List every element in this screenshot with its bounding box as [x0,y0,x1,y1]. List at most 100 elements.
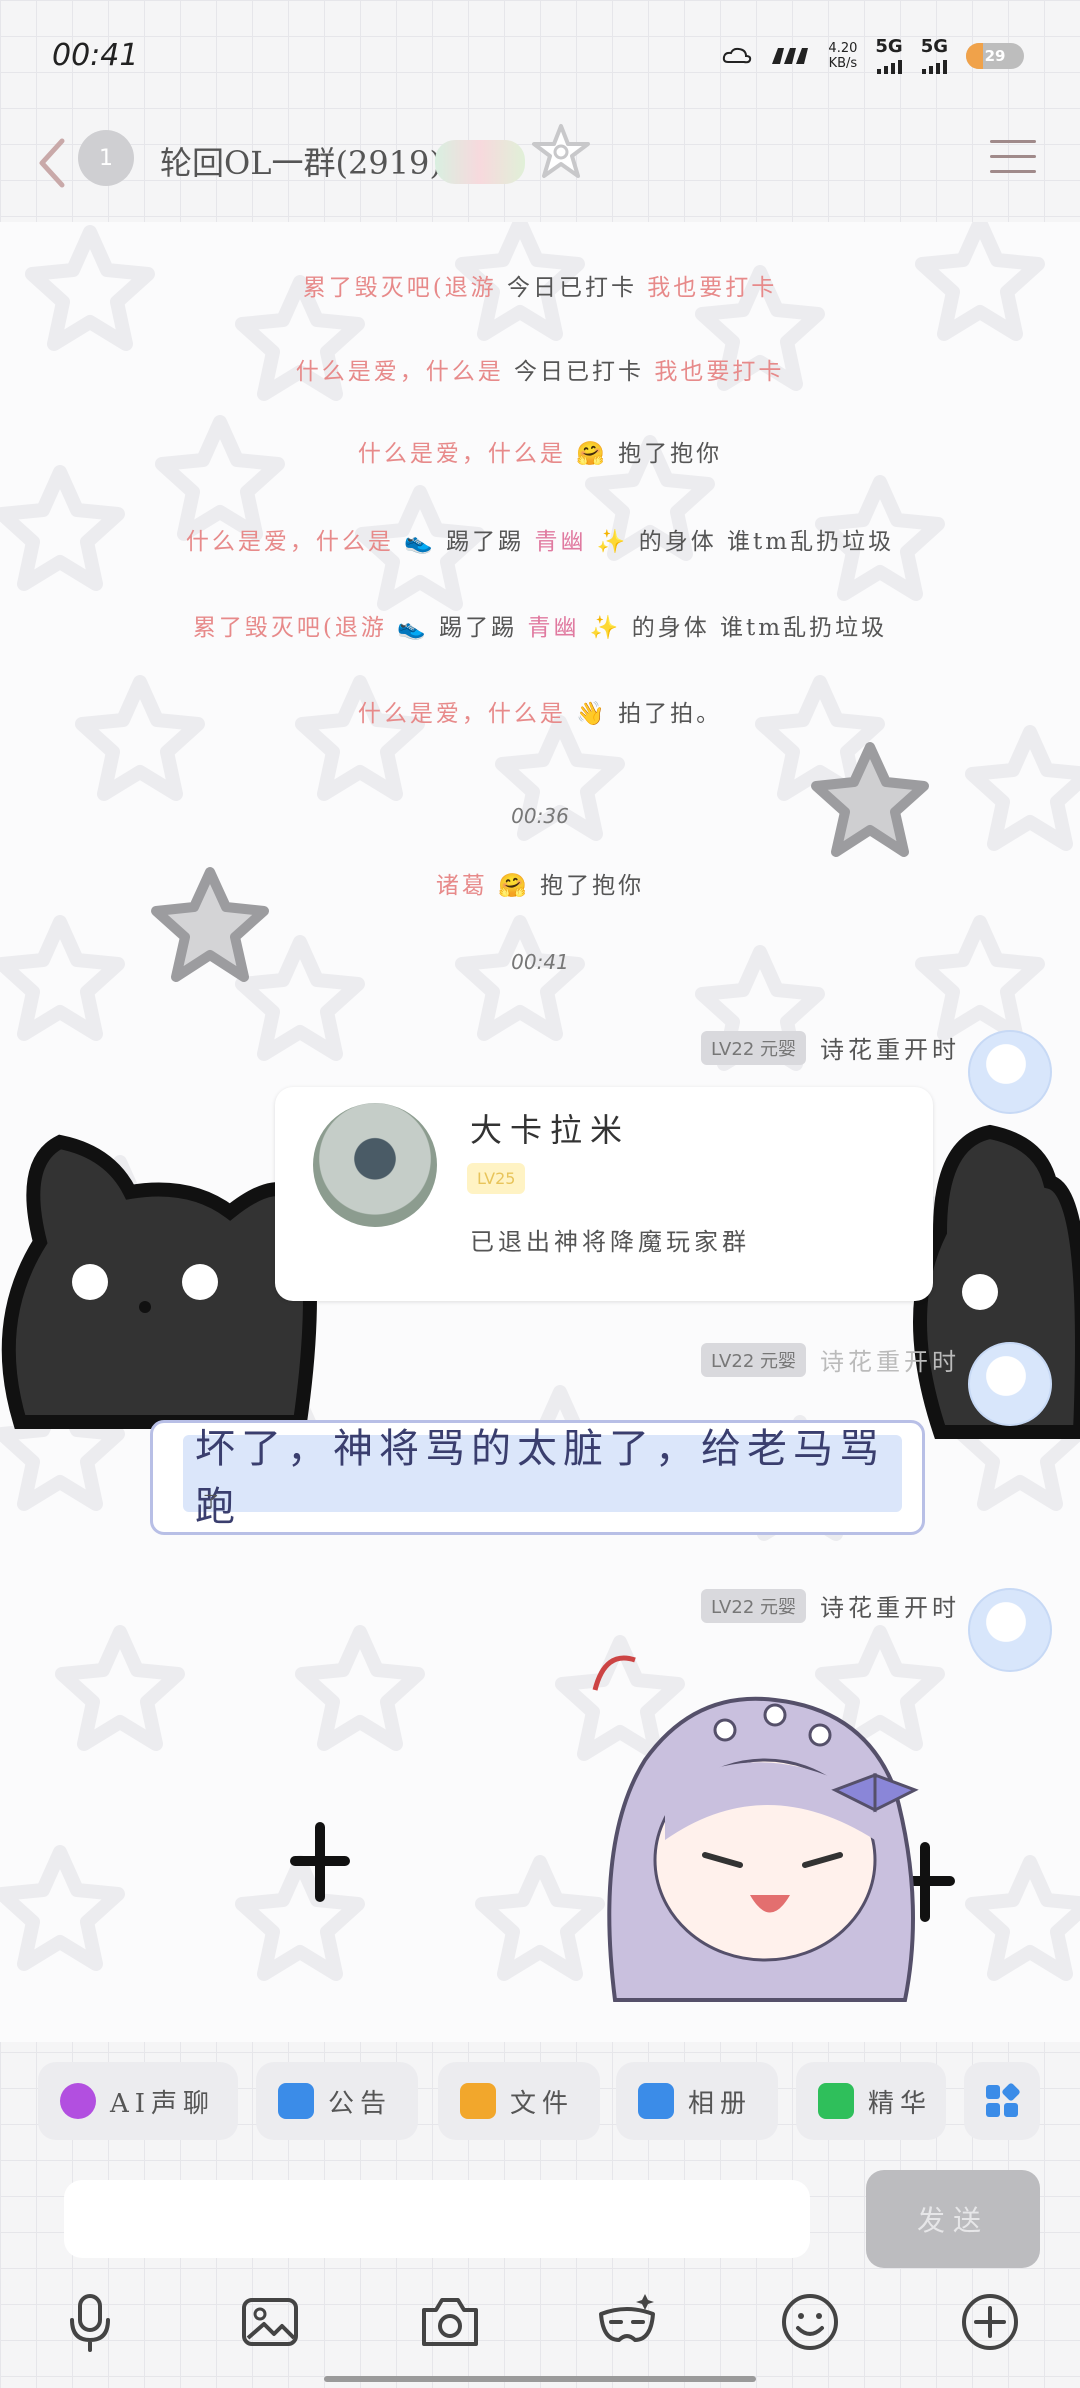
message-input[interactable] [64,2180,810,2258]
camera-icon[interactable] [418,2290,482,2354]
sender-name[interactable]: 诗花重开时 [820,1588,960,1623]
timestamp: 00:41 [511,950,569,974]
toolbar-announcement[interactable]: 公告 [256,2062,418,2140]
menu-icon[interactable] [990,140,1036,180]
system-message: 什么是爱，什么是 🤗 抱了抱你 [0,434,1080,468]
ai-mask-icon[interactable] [595,2290,659,2354]
toolbar-highlight[interactable]: 精华 [796,2062,946,2140]
status-time: 00:41 [52,38,139,73]
grey-star-sticker-icon [811,742,929,857]
avatar[interactable] [968,1342,1052,1426]
avatar[interactable] [968,1030,1052,1114]
album-icon [638,2083,674,2119]
message-sender: LV22 元婴 诗花重开时 [701,1342,960,1377]
toolbar-files[interactable]: 文件 [438,2062,600,2140]
battery-icon: 29 [966,43,1024,69]
toolbar-label: 精华 [868,2088,933,2119]
back-arrow-icon[interactable] [32,135,72,191]
sparkle-icon: ✨ [589,615,622,641]
system-message-name[interactable]: 什么是爱，什么是 [358,441,566,467]
plus-icon [290,1822,350,1902]
battery-percent: 29 [984,47,1006,65]
system-message: 累了毁灭吧(退游 今日已打卡 我也要打卡 [0,268,1080,302]
cloud-icon [723,47,752,64]
level-badge: LV22 元婴 [701,1588,806,1623]
message-sender: LV22 元婴 诗花重开时 [701,1588,960,1623]
system-message-action: 今日已打卡 [514,359,644,385]
system-message: 什么是爱，什么是 今日已打卡 我也要打卡 [0,352,1080,386]
message-text: 坏了，神将骂的太脏了，给老马骂跑 [195,1425,885,1530]
message-bubble-inner: 坏了，神将骂的太脏了，给老马骂跑 [183,1426,902,1530]
input-area: 发送 [0,2170,1080,2280]
wave-hand-icon: 👋 [576,701,608,727]
system-message-name[interactable]: 什么是爱，什么是 [186,529,394,555]
toolbar-more[interactable] [964,2062,1040,2140]
home-indicator[interactable] [324,2376,756,2382]
contact-card[interactable]: 大卡拉米 LV25 已退出神将降魔玩家群 [275,1087,933,1301]
add-circle-icon[interactable] [958,2290,1022,2354]
card-avatar [313,1103,437,1227]
quick-toolbar: AI声聊 公告 文件 相册 精华 [0,2042,1080,2152]
system-message-name[interactable]: 累了毁灭吧(退游 [303,275,497,301]
sparkle-icon: ✨ [596,529,629,555]
signal-1-label: 5G [875,36,903,57]
level-badge: LV22 元婴 [701,1030,806,1065]
signal-bars-icon [921,60,947,74]
system-message-tail: 的身体 谁tm乱扔垃圾 [631,615,888,641]
net-speed-unit: KB/s [828,56,858,71]
unread-badge[interactable]: 1 [78,130,134,186]
message-bubble[interactable]: 坏了，神将骂的太脏了，给老马骂跑 了 [150,1420,925,1535]
highlight-icon [818,2083,854,2119]
card-level-badge: LV25 [467,1163,526,1194]
sender-name[interactable]: 诗花重开时 [820,1342,960,1377]
hd-icon [772,48,809,64]
image-icon[interactable] [238,2290,302,2354]
emoji-icon[interactable] [778,2290,842,2354]
apps-grid-icon [986,2083,1020,2117]
signal-2: 5G [921,38,948,74]
hug-emoji-icon: 🤗 [498,873,530,899]
toolbar-album[interactable]: 相册 [616,2062,778,2140]
message-text-tail: 了 [203,1492,220,1511]
system-message-action: 拍了拍。 [618,701,723,727]
sender-name[interactable]: 诗花重开时 [820,1030,960,1065]
toolbar-label: 相册 [688,2088,753,2119]
kick-emoji-icon: 👟 [397,615,429,641]
title-decoration-icon [435,140,525,184]
system-message-tail: 的身体 谁tm乱扔垃圾 [638,529,895,555]
timestamp: 00:36 [511,804,569,828]
net-speed: 4.20 KB/s [828,41,857,71]
toolbar-ai-voice[interactable]: AI声聊 [38,2062,238,2140]
group-title[interactable]: 轮回OL一群(2919) [160,138,442,184]
system-message-action: 踢了踢 [439,615,518,641]
anime-girl-sticker-icon[interactable] [575,1640,935,2010]
card-name: 大卡拉米 [470,1111,631,1149]
system-message: 什么是爱，什么是 👟 踢了踢 青幽 ✨ 的身体 谁tm乱扔垃圾 [0,522,1080,556]
system-message-action: 踢了踢 [446,529,525,555]
folder-icon [460,2083,496,2119]
system-message-name[interactable]: 累了毁灭吧(退游 [193,615,387,641]
system-message-name[interactable]: 诸葛 [436,873,488,899]
toolbar-label: AI声聊 [110,2088,216,2119]
system-message-target[interactable]: 青幽 [527,615,579,641]
system-message-target[interactable]: 青幽 [534,529,586,555]
system-message-name[interactable]: 什么是爱，什么是 [358,701,566,727]
ai-voice-icon [60,2083,96,2119]
system-message-action: 抱了抱你 [618,441,723,467]
hug-emoji-icon: 🤗 [576,441,608,467]
send-button[interactable]: 发送 [866,2170,1040,2268]
card-description: 已退出神将降魔玩家群 [470,1228,750,1256]
message-sender: LV22 元婴 诗花重开时 [701,1030,960,1065]
system-message-name[interactable]: 什么是爱，什么是 [296,359,504,385]
bottom-action-bar [0,2290,1080,2360]
avatar[interactable] [968,1588,1052,1672]
toolbar-label: 公告 [328,2088,393,2119]
status-bar: 00:41 4.20 KB/s 5G 5G 29 [0,0,1080,110]
system-message-link[interactable]: 我也要打卡 [654,359,784,385]
system-message-link[interactable]: 我也要打卡 [647,275,777,301]
microphone-icon[interactable] [58,2290,122,2354]
system-message-action: 今日已打卡 [506,275,637,301]
system-message-action: 抱了抱你 [540,873,645,899]
system-message: 什么是爱，什么是 👋 拍了拍。 [0,694,1080,728]
system-message: 累了毁灭吧(退游 👟 踢了踢 青幽 ✨ 的身体 谁tm乱扔垃圾 [0,608,1080,642]
